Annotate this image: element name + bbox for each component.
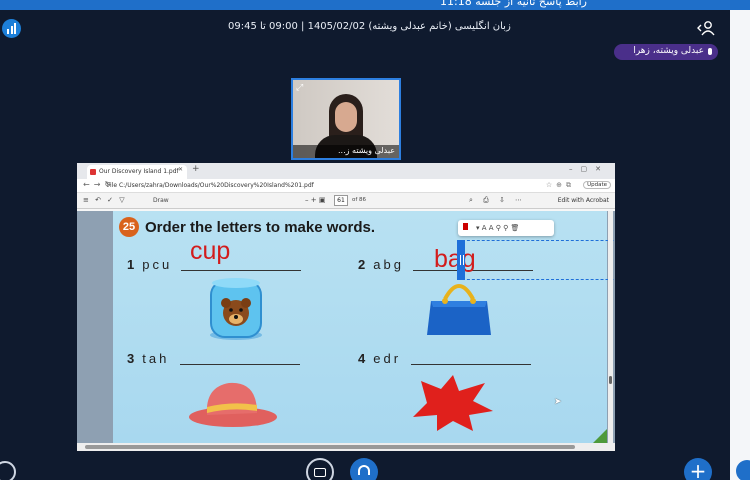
item-4: 4 edr	[358, 351, 401, 366]
tab-close-icon[interactable]: ✕	[178, 166, 183, 173]
pdf-viewport: 25 Order the letters to make words. 1 pcu…	[77, 211, 615, 451]
answer-line	[411, 364, 531, 365]
pen-color-icon[interactable]	[463, 223, 468, 230]
bar-chart-icon	[7, 29, 9, 34]
url-text: C:/Users/zahra/Downloads/Our%20Discovery…	[118, 182, 314, 189]
plus-icon: +	[689, 459, 707, 480]
browser-tab[interactable]: Our Discovery Island 1.pdf	[87, 165, 187, 179]
hat-picture	[189, 382, 277, 427]
webcam-face	[335, 102, 357, 132]
user-icon[interactable]	[697, 20, 715, 36]
page-number-input[interactable]: 61	[334, 195, 348, 206]
pdf-page: 25 Order the letters to make words. 1 pcu…	[113, 211, 615, 443]
actions-button[interactable]: +	[684, 458, 712, 480]
text-format-toolbar[interactable]: ▾ A A ⚲ ⚲ 🗑	[458, 220, 554, 236]
top-banner-text: رابط پاسخ ثانیه از جلسه 11:18	[440, 0, 587, 8]
headphones-icon	[358, 465, 370, 475]
item-letters: abg	[373, 257, 404, 272]
exercise-title: Order the letters to make words.	[145, 219, 376, 236]
bag-picture	[427, 284, 491, 335]
address-bar: ←→↻ File C:/Users/zahra/Downloads/Our%20…	[77, 179, 615, 193]
scroll-thumb[interactable]	[609, 376, 612, 384]
new-tab-icon[interactable]: +	[192, 164, 200, 174]
jar-picture	[210, 278, 262, 340]
item-2: 2 abg	[358, 257, 404, 272]
webcam-name: عبدلی ویشته ز...	[293, 145, 399, 158]
drag-handle[interactable]	[457, 240, 465, 280]
window-controls[interactable]: –▢✕	[569, 165, 609, 173]
browser-tab-strip: Our Discovery Island 1.pdf ✕ + –▢✕	[77, 163, 615, 179]
mouse-cursor-icon: ➤	[554, 397, 562, 407]
pdf-tools-right[interactable]: ⌕ ⎙ ⇩ ⋯	[469, 196, 526, 205]
item-3: 3 tah	[127, 351, 169, 366]
page-corner	[593, 429, 607, 443]
tab-title: Our Discovery Island 1.pdf	[99, 168, 179, 175]
item-letters: tah	[142, 351, 170, 366]
edit-acrobat-button[interactable]: Edit with Acrobat	[558, 197, 609, 204]
mic-icon	[708, 48, 712, 55]
screen-share: Our Discovery Island 1.pdf ✕ + –▢✕ ←→↻ F…	[77, 163, 615, 451]
bar-chart-icon-bar	[14, 23, 16, 34]
camera-off-icon	[314, 468, 326, 477]
update-button[interactable]: Update	[583, 181, 611, 189]
answer-text: cup	[190, 237, 231, 265]
draw-button[interactable]: Draw	[153, 197, 169, 204]
file-label: File	[107, 182, 118, 189]
item-number: 1	[127, 257, 135, 272]
pdf-toolbar: ≡ ↶ ✓ ▽ Draw – + ▣ 61 of 86 ⌕ ⎙ ⇩ ⋯ Edit…	[77, 193, 615, 209]
audio-button[interactable]	[350, 458, 378, 480]
session-title: زبان انگلیسی (خانم عبدلی ویشته) 1405/02/…	[228, 21, 511, 32]
zoom-controls[interactable]: – + ▣	[305, 196, 325, 204]
red-splash-picture	[413, 375, 493, 431]
item-number: 3	[127, 351, 135, 366]
scroll-thumb[interactable]	[85, 445, 575, 449]
share-button[interactable]	[0, 461, 16, 480]
presenter-name: عبدلی ویشته، زهرا	[633, 46, 704, 56]
item-1: 1 pcu	[127, 257, 172, 272]
right-side-rail	[730, 10, 750, 480]
answer-line	[181, 270, 301, 271]
camera-toggle-button[interactable]	[306, 458, 334, 480]
webcam-tile[interactable]: ⤢ عبدلی ویشته ز...	[291, 78, 401, 160]
item-number: 4	[358, 351, 366, 366]
horizontal-scrollbar[interactable]	[77, 443, 615, 451]
text-selection-box[interactable]	[457, 240, 615, 280]
pdf-tools-left[interactable]: ≡ ↶ ✓ ▽	[83, 196, 127, 204]
url-field[interactable]: File C:/Users/zahra/Downloads/Our%20Disc…	[107, 182, 314, 189]
expand-icon[interactable]: ⤢	[296, 83, 306, 93]
pdf-icon	[90, 169, 96, 175]
browser-actions[interactable]: ☆⊕⧉	[546, 181, 575, 190]
top-banner: رابط پاسخ ثانیه از جلسه 11:18	[0, 0, 750, 10]
answer-line	[180, 364, 300, 365]
item-letters: edr	[373, 351, 402, 366]
item-number: 2	[358, 257, 366, 272]
item-letters: pcu	[142, 257, 173, 272]
presenter-badge: عبدلی ویشته، زهرا	[614, 44, 718, 60]
vertical-scrollbar[interactable]	[608, 211, 613, 443]
page-total: of 86	[352, 197, 367, 203]
stats-button[interactable]	[2, 19, 21, 38]
bar-chart-icon-bar	[10, 26, 13, 34]
chat-toggle-button[interactable]	[736, 460, 750, 480]
exercise-number: 25	[119, 217, 139, 237]
